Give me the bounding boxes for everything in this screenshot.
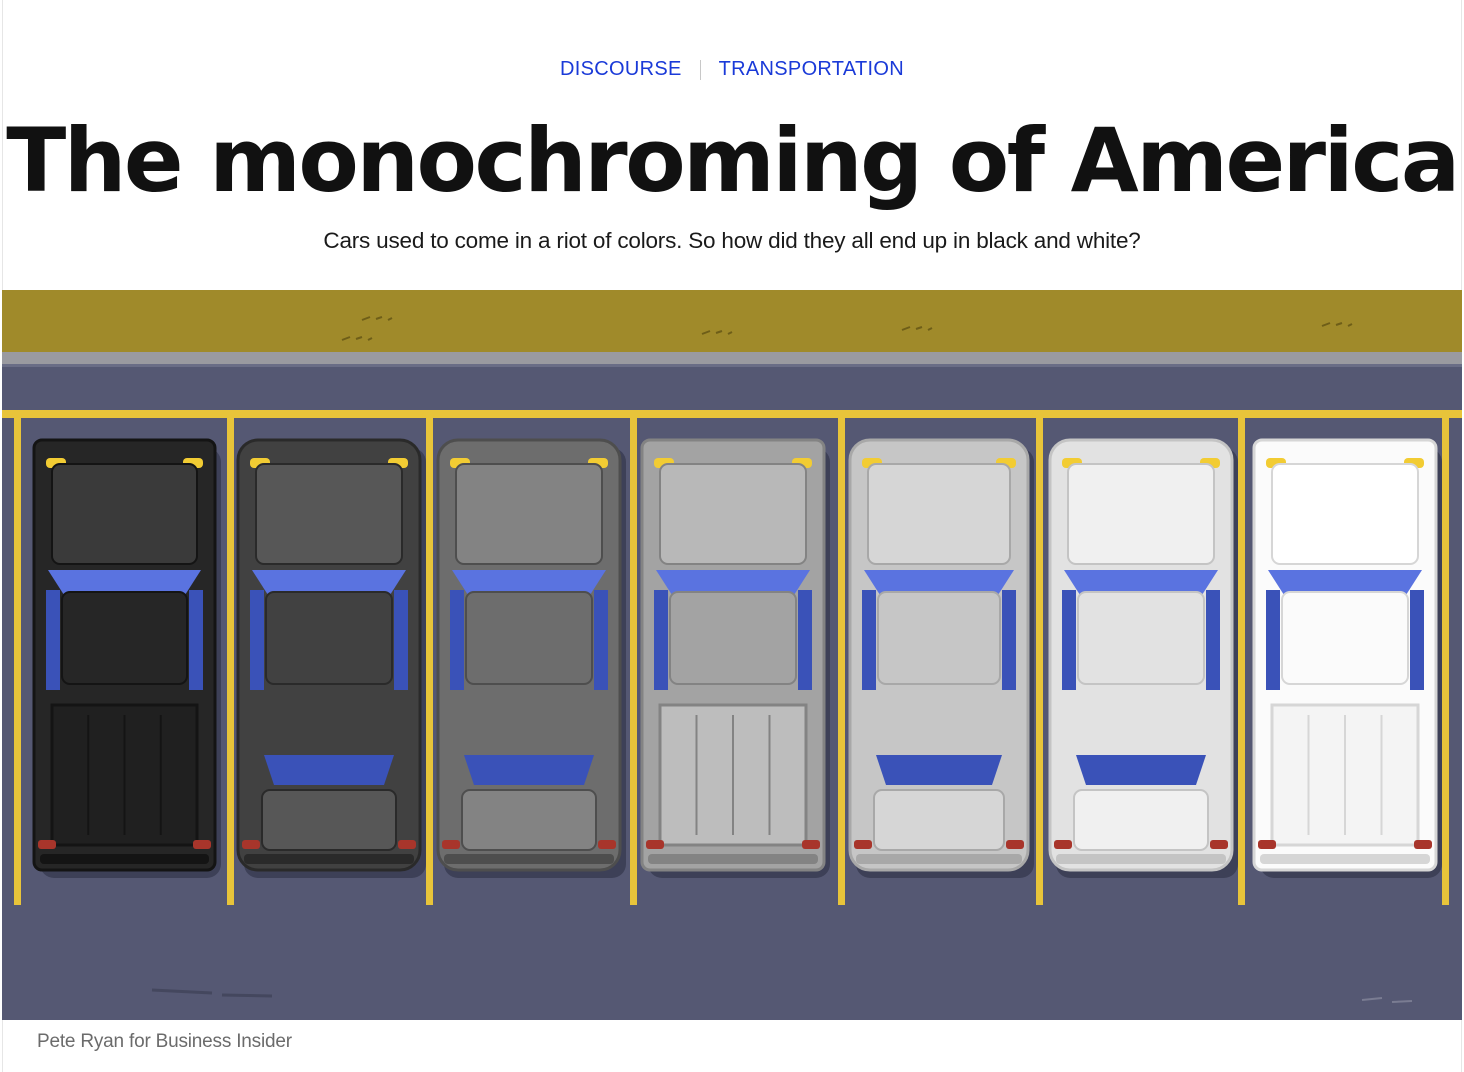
- category-separator: [699, 59, 701, 80]
- car-roof: [61, 591, 188, 685]
- side-window: [1266, 590, 1280, 690]
- parking-line: [14, 410, 21, 905]
- taillight: [1210, 840, 1228, 849]
- rear-bumper: [1056, 854, 1226, 864]
- taillight: [1414, 840, 1432, 849]
- side-window: [862, 590, 876, 690]
- parking-line: [426, 410, 433, 905]
- side-window: [394, 590, 408, 690]
- car-roof: [669, 591, 797, 685]
- car: [848, 438, 1034, 878]
- rear-bumper: [40, 854, 209, 864]
- car-trunk: [873, 789, 1005, 851]
- image-credit: Pete Ryan for Business Insider: [37, 1031, 292, 1052]
- car: [436, 438, 626, 878]
- rear-window: [264, 755, 394, 785]
- parking-line: [1036, 410, 1043, 905]
- parking-line: [838, 410, 845, 905]
- parking-line: [1442, 410, 1449, 905]
- side-window: [1410, 590, 1424, 690]
- car: [32, 438, 221, 878]
- rear-bumper: [1260, 854, 1430, 864]
- car-roof: [1281, 591, 1409, 685]
- category-link-discourse[interactable]: DISCOURSE: [560, 58, 682, 81]
- rear-window: [464, 755, 594, 785]
- taillight: [38, 840, 56, 849]
- rear-bumper: [648, 854, 818, 864]
- rear-window: [876, 755, 1002, 785]
- car: [1252, 438, 1442, 878]
- car: [236, 438, 426, 878]
- car-roof: [465, 591, 593, 685]
- curb-shadow: [2, 364, 1462, 367]
- rear-bumper: [244, 854, 414, 864]
- taillight: [1006, 840, 1024, 849]
- taillight: [1054, 840, 1072, 849]
- parking-line: [630, 410, 637, 905]
- taillight: [242, 840, 260, 849]
- car-trunk: [261, 789, 397, 851]
- side-window: [450, 590, 464, 690]
- side-window: [1206, 590, 1220, 690]
- taillight: [598, 840, 616, 849]
- taillight: [442, 840, 460, 849]
- grass-strip: [2, 290, 1462, 355]
- car-roof: [265, 591, 393, 685]
- side-window: [654, 590, 668, 690]
- article-dek: Cars used to come in a riot of colors. S…: [323, 228, 1141, 253]
- car-hood: [255, 463, 403, 565]
- taillight: [802, 840, 820, 849]
- car-trunk: [461, 789, 597, 851]
- car-hood: [455, 463, 603, 565]
- curb: [2, 352, 1462, 364]
- hero-illustration: [2, 290, 1462, 1020]
- side-window: [46, 590, 60, 690]
- car-hood: [51, 463, 198, 565]
- taillight: [398, 840, 416, 849]
- taillight: [854, 840, 872, 849]
- rear-bumper: [444, 854, 614, 864]
- car: [640, 438, 830, 878]
- taillight: [193, 840, 211, 849]
- rear-bumper: [856, 854, 1022, 864]
- side-window: [1062, 590, 1076, 690]
- side-window: [250, 590, 264, 690]
- side-window: [594, 590, 608, 690]
- car: [1048, 438, 1238, 878]
- article-title: The monochroming of America: [6, 109, 1460, 212]
- car-roof: [877, 591, 1001, 685]
- category-link-transportation[interactable]: TRANSPORTATION: [719, 58, 904, 81]
- car-hood: [867, 463, 1011, 565]
- car-hood: [1067, 463, 1215, 565]
- side-window: [798, 590, 812, 690]
- car-roof: [1077, 591, 1205, 685]
- car-hood: [1271, 463, 1419, 565]
- side-window: [1002, 590, 1016, 690]
- taillight: [1258, 840, 1276, 849]
- side-window: [189, 590, 203, 690]
- rear-window: [1076, 755, 1206, 785]
- category-nav: DISCOURSE TRANSPORTATION: [0, 58, 1464, 81]
- taillight: [646, 840, 664, 849]
- parking-line: [227, 410, 234, 905]
- parking-line: [1238, 410, 1245, 905]
- car-trunk: [1073, 789, 1209, 851]
- car-hood: [659, 463, 807, 565]
